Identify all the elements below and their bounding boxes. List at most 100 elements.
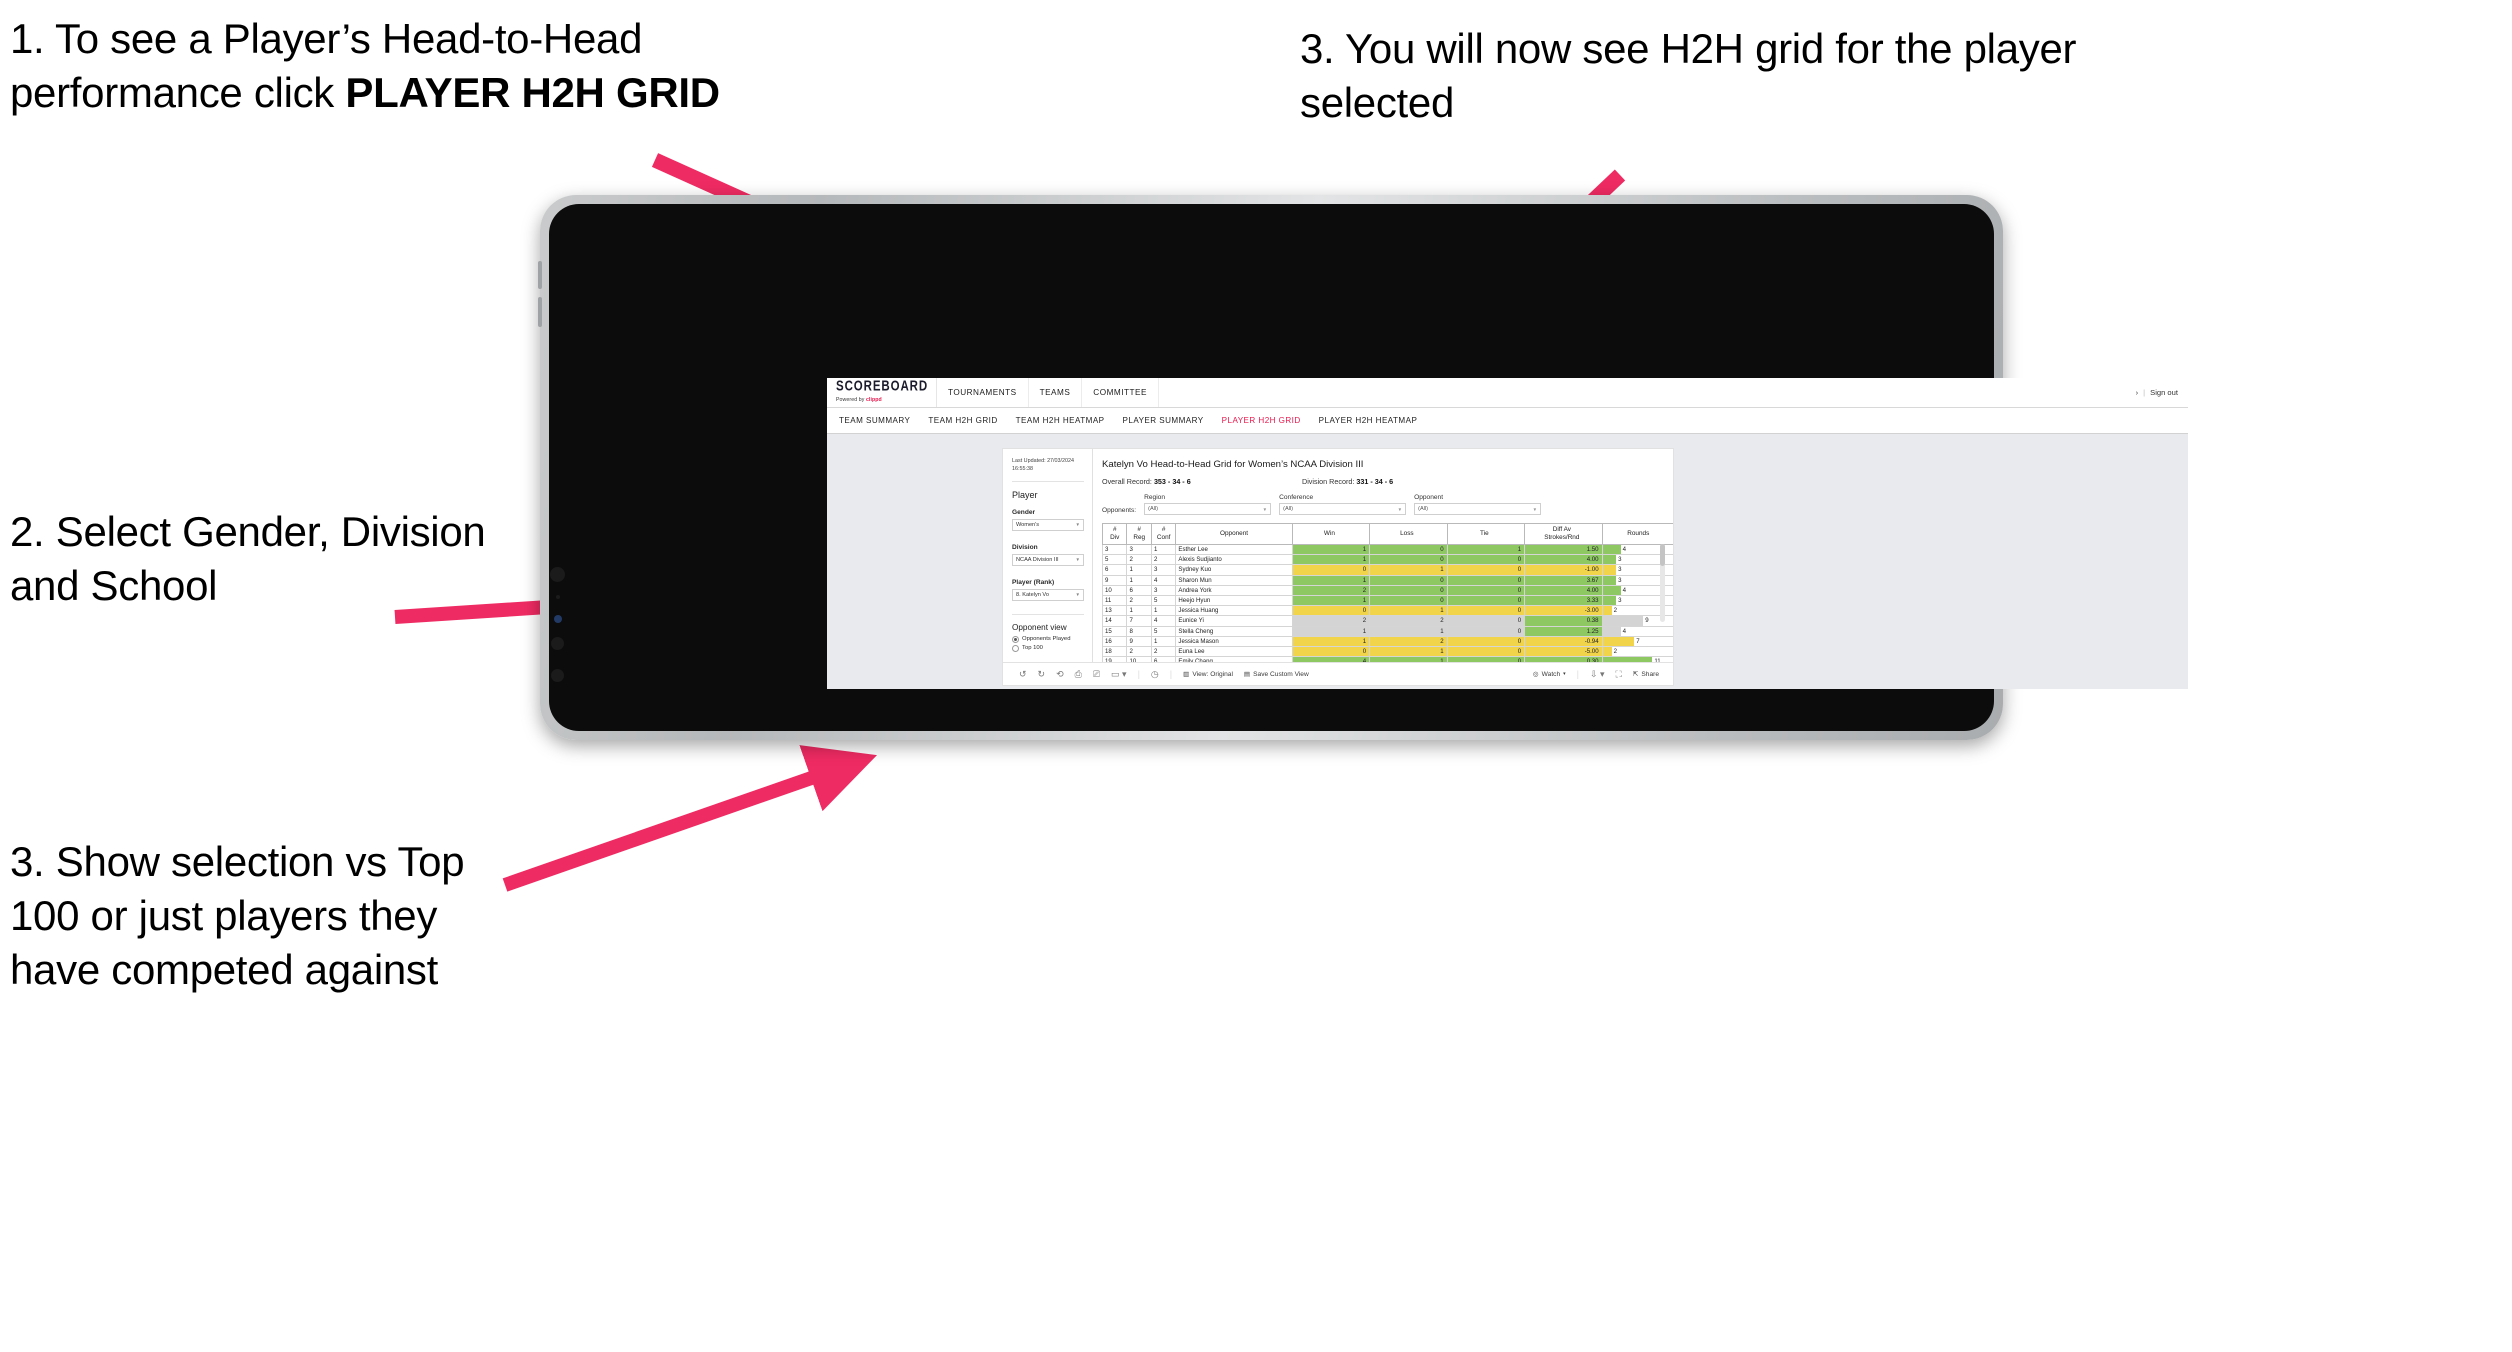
table-row[interactable]: 15 8 5 Stella Cheng 1 1 0 1.25 4: [1101, 625, 1673, 637]
top-nav-committee[interactable]: COMMITTEE: [1082, 378, 1159, 407]
front-camera: [550, 567, 565, 582]
rounds-bar: [1602, 626, 1621, 636]
chevron-down-icon: ▼: [1262, 506, 1268, 512]
cell-win: 1: [1291, 543, 1371, 556]
table-scrollbar[interactable]: [1660, 544, 1665, 622]
cell-reg: 7: [1126, 615, 1152, 627]
division-filter-select[interactable]: NCAA Division III ▼: [1012, 553, 1084, 566]
cell-win: 4: [1291, 656, 1371, 662]
refresh-icon[interactable]: ⎙: [1075, 669, 1082, 679]
cell-tie: 0: [1446, 615, 1526, 627]
col-tie: Tie: [1446, 523, 1526, 545]
account-chevron-icon[interactable]: ›: [2136, 388, 2139, 397]
rounds-value: 7: [1636, 637, 1640, 645]
fullscreen-icon[interactable]: ⛶: [1616, 669, 1622, 679]
opponent-filter-value: (All): [1418, 506, 1429, 512]
top-nav-teams[interactable]: TEAMS: [1029, 378, 1083, 407]
cell-reg: 9: [1126, 635, 1152, 647]
tab-team-summary[interactable]: TEAM SUMMARY: [839, 416, 910, 425]
gender-filter-select[interactable]: Women's ▼: [1012, 518, 1084, 531]
toolbar-divider-3: |: [1576, 669, 1579, 679]
brand-logo[interactable]: SCOREBOARD Powered by clippd: [827, 378, 937, 407]
cell-win: 1: [1291, 554, 1371, 566]
cell-diff: 0.30: [1524, 656, 1603, 662]
col-opponent: Opponent: [1175, 523, 1293, 545]
cell-loss: 0: [1369, 584, 1448, 596]
save-view-icon: ▤: [1243, 671, 1251, 678]
sign-out-link[interactable]: Sign out: [2150, 388, 2178, 397]
top-nav-tournaments[interactable]: TOURNAMENTS: [937, 378, 1029, 407]
save-custom-view-label: Save Custom View: [1253, 670, 1309, 678]
player-rank-filter-select[interactable]: 8. Katelyn Vo ▼: [1012, 588, 1084, 601]
h2h-table: # Div # Reg # Conf Opponent Win Loss Tie Di…: [1101, 523, 1673, 662]
tab-player-h2h-grid[interactable]: PLAYER H2H GRID: [1222, 416, 1301, 425]
rounds-value: 4: [1622, 586, 1627, 594]
cell-reg: 2: [1126, 554, 1152, 566]
pause-updates-icon[interactable]: ⎚: [1093, 669, 1100, 679]
tab-player-h2h-heatmap[interactable]: PLAYER H2H HEATMAP: [1319, 416, 1418, 425]
cell-loss: 1: [1369, 656, 1448, 662]
division-record-label: Division Record:: [1302, 477, 1355, 486]
cell-conf: 1: [1150, 605, 1177, 617]
record-row: Overall Record: 353 - 34 - 6 Division Re…: [1102, 477, 1665, 486]
tab-player-summary[interactable]: PLAYER SUMMARY: [1123, 416, 1204, 425]
viz-title: Katelyn Vo Head-to-Head Grid for Women’s…: [1102, 459, 1364, 470]
tab-team-h2h-heatmap[interactable]: TEAM H2H HEATMAP: [1016, 416, 1105, 425]
radio-top-100[interactable]: Top 100: [1012, 644, 1084, 652]
share-button[interactable]: ⇱ Share: [1633, 670, 1659, 679]
table-row[interactable]: 11 2 5 Heejo Hyun 1 0 0 3.33 3: [1101, 594, 1673, 607]
watch-button[interactable]: ◎ Watch ▾: [1533, 670, 1566, 679]
camera-lens: [551, 637, 564, 650]
rounds-bar: [1602, 636, 1635, 646]
gender-filter-label: Gender: [1012, 508, 1036, 516]
revert-icon[interactable]: ⟲: [1056, 669, 1064, 679]
opponent-filter-select[interactable]: (All) ▼: [1414, 503, 1542, 515]
sub-navigation: TEAM SUMMARY TEAM H2H GRID TEAM H2H HEAT…: [827, 408, 2188, 434]
table-row[interactable]: 13 1 1 Jessica Huang 0 1 0 -3.00 2: [1101, 605, 1673, 617]
cell-win: 1: [1291, 635, 1371, 647]
opponent-filter-caption: Opponent: [1414, 494, 1444, 501]
overall-record: Overall Record: 353 - 34 - 6: [1102, 477, 1302, 486]
region-filter-select[interactable]: (All) ▼: [1144, 503, 1272, 515]
conference-filter-select[interactable]: (All) ▼: [1279, 503, 1407, 515]
table-row[interactable]: 9 1 4 Sharon Mun 1 0 0 3.67 3: [1101, 574, 1673, 586]
view-original-button[interactable]: ▥ View: Original: [1183, 670, 1233, 679]
cell-conf: 4: [1150, 615, 1177, 627]
table-row[interactable]: 16 9 1 Jessica Mason 1 2 0 -0.94 7: [1101, 635, 1673, 647]
table-row[interactable]: 5 2 2 Alexis Sudjianto 1 0 0 4.00 3: [1101, 554, 1673, 566]
cell-conf: 3: [1150, 564, 1177, 576]
col-conf-label: # Conf: [1156, 526, 1171, 541]
share-label: Share: [1641, 670, 1659, 678]
rounds-value: 3: [1618, 556, 1622, 564]
division-filter-value: NCAA Division III: [1016, 556, 1059, 563]
undo-icon[interactable]: ↺: [1019, 669, 1027, 679]
download-icon[interactable]: ⇩ ▾: [1590, 669, 1605, 679]
cell-div: 3: [1101, 543, 1128, 556]
viz-main-area: Katelyn Vo Head-to-Head Grid for Women’s…: [1093, 449, 1673, 662]
cell-conf: 5: [1150, 625, 1177, 637]
chevron-down-icon: ▼: [1075, 557, 1080, 563]
rounds-bar: [1602, 657, 1653, 662]
region-filter-value: (All): [1148, 506, 1159, 512]
save-custom-view-button[interactable]: ▤ Save Custom View: [1243, 670, 1309, 679]
clock-icon[interactable]: ◷: [1151, 669, 1159, 679]
cell-reg: 6: [1126, 584, 1152, 596]
cell-tie: 0: [1446, 645, 1526, 658]
table-row[interactable]: 14 7 4 Eunice Yi 2 2 0 0.38 9: [1101, 615, 1673, 627]
cell-div: 19: [1101, 656, 1128, 662]
toolbar-right-group: ◎ Watch ▾ | ⇩ ▾ ⛶ ⇱ Share: [1533, 669, 1673, 679]
col-loss: Loss: [1369, 523, 1448, 545]
tab-team-h2h-grid[interactable]: TEAM H2H GRID: [928, 416, 997, 425]
table-row[interactable]: 6 1 3 Sydney Kuo 0 1 0 -1.00 3: [1101, 564, 1673, 576]
rounds-value: 2: [1613, 647, 1617, 655]
table-row[interactable]: 10 6 3 Andrea York 2 0 0 4.00 4: [1101, 584, 1673, 596]
table-scrollbar-thumb[interactable]: [1660, 544, 1665, 566]
cell-win: 2: [1291, 615, 1371, 627]
table-row[interactable]: 19 10 6 Emily Chang 4 1 0 0.30 11: [1101, 656, 1673, 662]
device-layout-icon[interactable]: ▭ ▾: [1111, 669, 1127, 679]
table-row[interactable]: 3 3 1 Esther Lee 1 0 1 1.50 4: [1101, 543, 1673, 556]
redo-icon[interactable]: ↻: [1038, 669, 1046, 679]
opponent-filter-row: Opponents: Region (All) ▼ Conference (Al: [1102, 494, 1665, 515]
radio-opponents-played[interactable]: Opponents Played: [1012, 635, 1084, 643]
table-row[interactable]: 18 2 2 Euna Lee 0 1 0 -5.00 2: [1101, 645, 1673, 658]
